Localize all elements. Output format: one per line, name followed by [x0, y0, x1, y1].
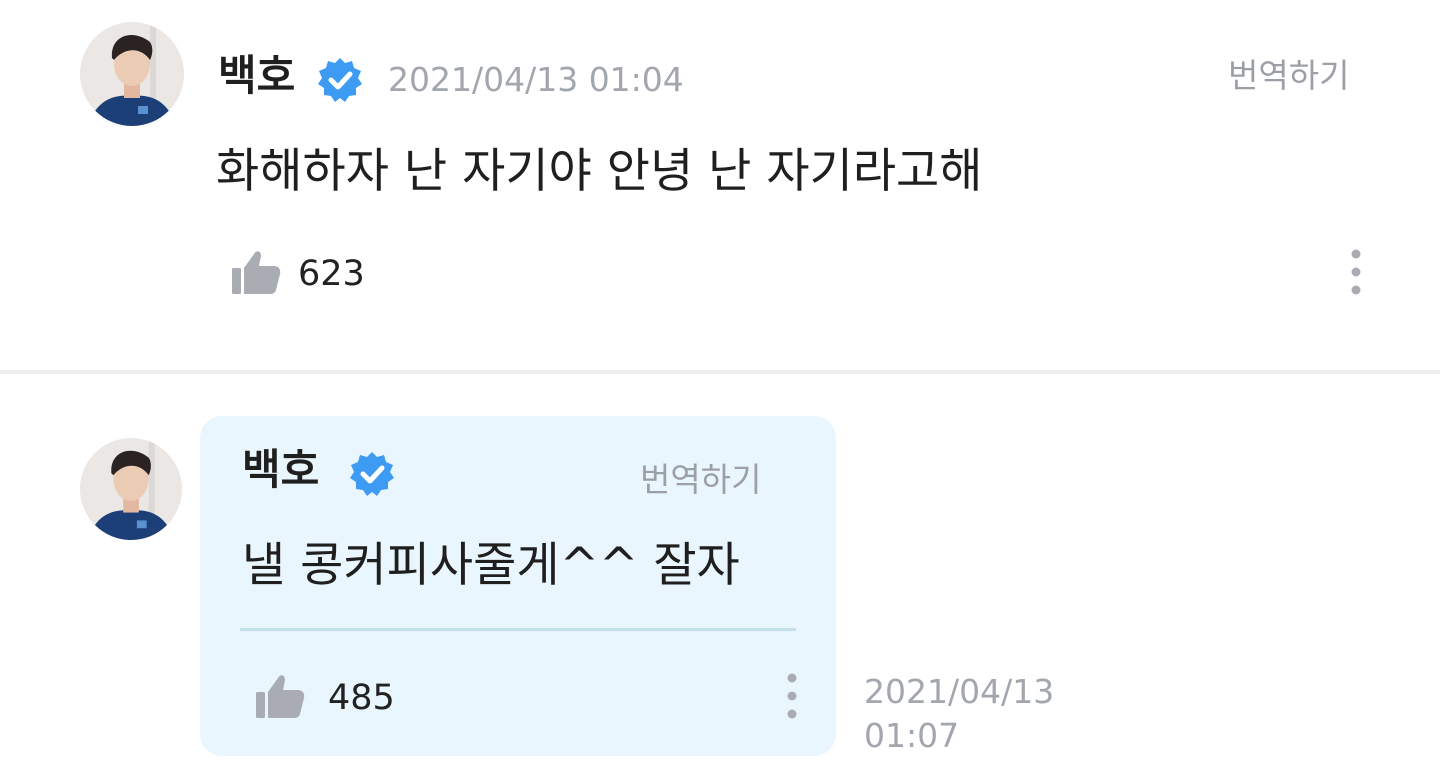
- like-count: 485: [328, 678, 395, 718]
- thumbs-up-icon[interactable]: [254, 670, 306, 722]
- thumbs-up-icon[interactable]: [230, 246, 282, 298]
- vertical-dots-icon[interactable]: [1346, 246, 1366, 298]
- reply-timestamp: 2021/04/13 01:07: [864, 670, 1054, 758]
- reply-timestamp-time: 01:07: [864, 716, 960, 755]
- vertical-dots-icon[interactable]: [782, 670, 802, 722]
- avatar[interactable]: [80, 438, 182, 540]
- comment-timestamp: 2021/04/13 01:04: [388, 60, 684, 99]
- verified-badge-icon: [318, 58, 362, 102]
- reply-message: 낼 콩커피사줄게^^ 잘자: [242, 538, 740, 593]
- reply-bubble: 백호 번역하기 낼 콩커피사줄게^^ 잘자 485: [200, 416, 836, 756]
- like-count: 623: [298, 254, 365, 294]
- translate-button[interactable]: 번역하기: [640, 458, 761, 502]
- comment-message: 화해하자 난 자기야 안녕 난 자기라고해: [216, 144, 983, 199]
- author-name[interactable]: 백호: [218, 50, 295, 102]
- reply-timestamp-date: 2021/04/13: [864, 672, 1055, 711]
- verified-badge-icon: [350, 452, 394, 496]
- avatar[interactable]: [80, 22, 184, 126]
- translate-button[interactable]: 번역하기: [1228, 54, 1349, 98]
- comment-divider: [0, 370, 1440, 374]
- author-name[interactable]: 백호: [242, 444, 319, 496]
- reply-divider: [240, 628, 796, 631]
